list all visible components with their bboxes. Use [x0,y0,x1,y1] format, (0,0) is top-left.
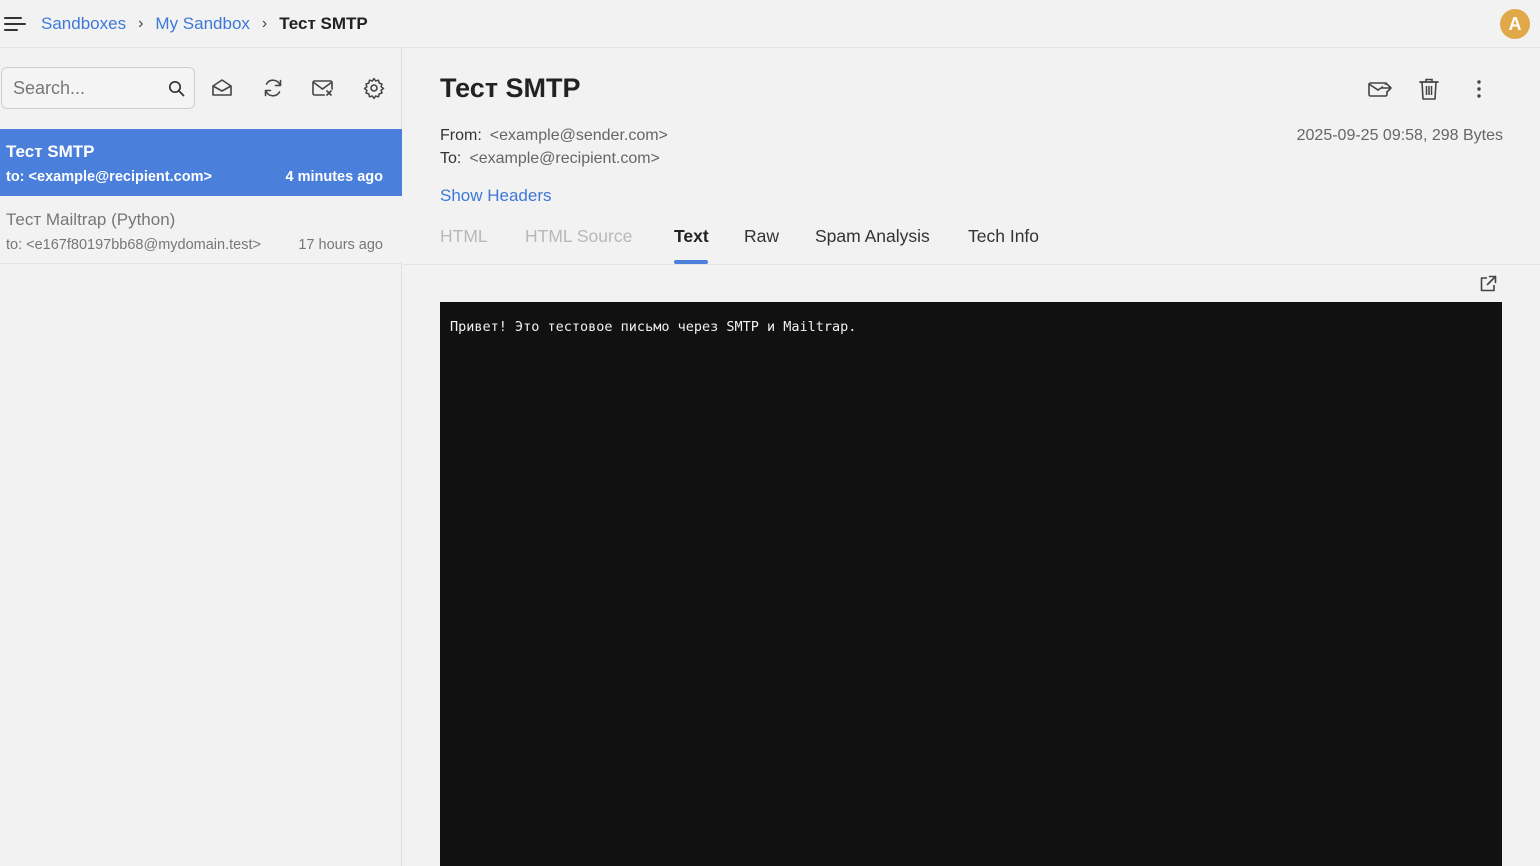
menu-icon[interactable] [4,14,26,34]
trash-icon[interactable] [1416,76,1442,102]
message-recipient: to: <e167f80197bb68@mydomain.test> [6,237,261,253]
forward-icon[interactable] [1367,76,1393,102]
tab-html-source[interactable]: HTML Source [525,226,632,247]
refresh-icon[interactable] [261,76,285,100]
message-recipient: to: <example@recipient.com> [6,169,212,185]
text-body-panel: Привет! Это тестовое письмо через SMTP и… [440,302,1502,866]
to-label: To: [440,150,462,167]
show-headers-link[interactable]: Show Headers [440,186,552,206]
clear-inbox-icon[interactable] [311,76,335,100]
mark-read-icon[interactable] [210,76,234,100]
breadcrumb-separator: › [261,15,268,32]
message-meta: 2025-09-25 09:58, 298 Bytes [1296,127,1503,144]
message-subject: Тест SMTP [6,142,95,161]
breadcrumb-separator: › [138,15,144,32]
tab-text[interactable]: Text [674,226,709,247]
breadcrumb-my-sandbox[interactable]: My Sandbox [155,14,250,34]
sidebar: Тест SMTP to: <example@recipient.com> 4 … [0,48,402,866]
top-bar: Sandboxes › My Sandbox › Тест SMTP A [0,0,1540,48]
from-row: From: <example@sender.com> [440,127,668,145]
message-list-item[interactable]: Тест SMTP to: <example@recipient.com> 4 … [0,129,402,196]
tabs-divider [403,264,1540,265]
tab-spam-analysis[interactable]: Spam Analysis [815,226,930,247]
message-subject: Тест Mailtrap (Python) [6,210,176,229]
message-text-body: Привет! Это тестовое письмо через SMTP и… [450,319,857,335]
to-address: <example@recipient.com> [469,150,660,167]
breadcrumb-current: Тест SMTP [279,14,368,33]
external-link-icon[interactable] [1478,274,1498,294]
breadcrumb: Sandboxes › My Sandbox › Тест SMTP [41,14,368,34]
search-input[interactable] [13,77,163,99]
message-title: Тест SMTP [440,73,581,103]
settings-icon[interactable] [362,76,386,100]
breadcrumb-sandboxes[interactable]: Sandboxes [41,14,126,34]
search-icon[interactable] [168,80,185,97]
to-row: To: <example@recipient.com> [440,150,660,168]
more-icon[interactable] [1466,76,1492,102]
tab-html[interactable]: HTML [440,226,488,247]
from-label: From: [440,127,482,144]
search-box [1,67,195,109]
message-time: 17 hours ago [298,237,383,253]
message-time: 4 minutes ago [285,169,384,185]
from-address: <example@sender.com> [489,127,668,144]
tab-tech-info[interactable]: Tech Info [968,226,1039,247]
avatar[interactable]: A [1500,9,1530,39]
tab-raw[interactable]: Raw [744,226,779,247]
message-list-item[interactable]: Тест Mailtrap (Python) to: <e167f80197bb… [0,197,402,264]
message-view: Тест SMTP From: <example@sender.com> To: <… [403,48,1540,866]
